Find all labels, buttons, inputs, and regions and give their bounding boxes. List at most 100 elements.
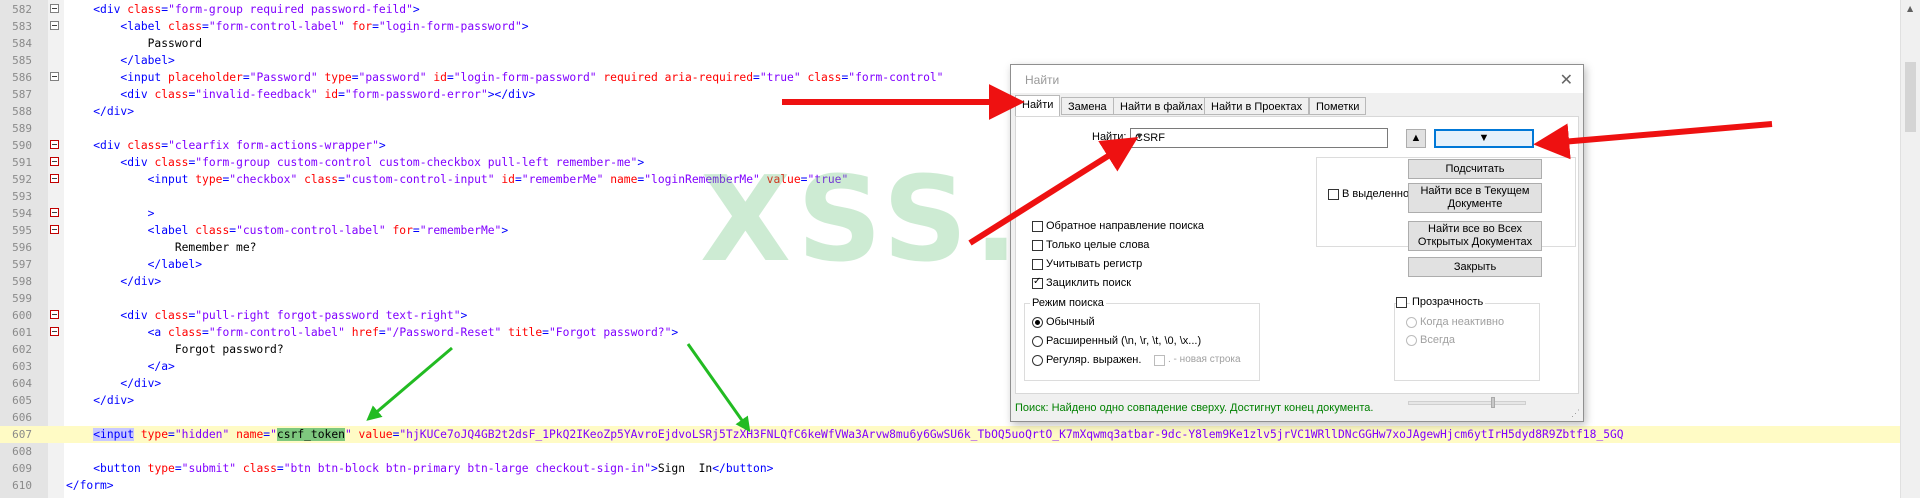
fold-toggle-icon[interactable] (50, 72, 59, 81)
code-token: = (446, 71, 454, 84)
find-all-open-button[interactable]: Найти все во Всех Открытых Документах (1408, 221, 1542, 251)
whole-word-checkbox[interactable] (1032, 240, 1043, 251)
find-down-button[interactable]: ▼ (1434, 129, 1534, 148)
wrap-around-checkbox[interactable] (1032, 276, 1043, 289)
in-selection-checkbox[interactable] (1328, 189, 1339, 200)
status-bar: Поиск: Найдено одно совпадение сверху. Д… (1011, 397, 1583, 421)
close-button[interactable]: Закрыть (1408, 257, 1542, 277)
tab-marks[interactable]: Пометки (1309, 97, 1367, 115)
code-line[interactable]: 606 (0, 409, 1900, 426)
transparency-inactive-label: Когда неактивно (1420, 316, 1505, 328)
code-token: "/Password-Reset" (385, 326, 502, 339)
code-token: = (202, 20, 209, 33)
code-line[interactable]: 587 <div class="invalid-feedback" id="fo… (0, 86, 1900, 103)
code-line[interactable]: 603 </a> (0, 358, 1900, 375)
chevron-down-icon[interactable]: ▼ (1135, 131, 1383, 141)
code-token: class (154, 156, 189, 169)
find-up-button[interactable]: ▲ (1406, 129, 1426, 148)
code-line[interactable]: 584 Password (0, 35, 1900, 52)
code-line[interactable]: 586 <input placeholder="Password" type="… (0, 69, 1900, 86)
fold-toggle-icon[interactable] (50, 225, 59, 234)
code-line[interactable]: 610 </form> (0, 477, 1900, 494)
tab-find[interactable]: Найти (1015, 95, 1061, 117)
mode-extended-radio[interactable] (1032, 336, 1043, 347)
dialog-title-bar: Найти ✕ (1011, 65, 1583, 93)
transparency-always-radio[interactable] (1406, 335, 1417, 346)
transparency-checkbox[interactable] (1396, 297, 1407, 308)
code-line[interactable]: 583 <label class="form-control-label" fo… (0, 18, 1900, 35)
code-token: </button> (712, 462, 774, 475)
code-line[interactable]: 607 <input type="hidden" name="csrf_toke… (0, 426, 1900, 443)
code-line[interactable]: 609 <button type="submit" class="btn btn… (0, 460, 1900, 477)
code-line[interactable]: 604 </div> (0, 375, 1900, 392)
line-number: 600 (12, 309, 32, 322)
code-token: = (412, 224, 420, 237)
line-number: 587 (12, 88, 32, 101)
code-token: <input (120, 71, 169, 84)
code-token: = (276, 462, 284, 475)
code-token: class (127, 3, 162, 16)
code-token: > (521, 20, 529, 33)
resize-grip-icon[interactable]: ⋰ (1571, 408, 1580, 419)
match-case-checkbox[interactable] (1032, 259, 1043, 270)
line-number: 609 (12, 462, 32, 475)
mode-normal-radio[interactable] (1032, 317, 1043, 328)
tab-find-in-files[interactable]: Найти в файлах (1113, 97, 1210, 115)
code-token: "login-form-password" (378, 20, 522, 33)
code-line[interactable]: 588 </div> (0, 103, 1900, 120)
mode-normal-label: Обычный (1046, 316, 1095, 328)
code-token: </form> (66, 479, 114, 492)
fold-toggle-icon[interactable] (50, 21, 59, 30)
close-icon[interactable]: ✕ (1560, 70, 1573, 90)
vertical-scrollbar[interactable]: ▲ (1900, 0, 1920, 498)
code-line[interactable]: 589 (0, 120, 1900, 137)
fold-toggle-icon[interactable] (50, 140, 59, 149)
fold-toggle-icon[interactable] (50, 174, 59, 183)
code-line[interactable]: 602 Forgot password? (0, 341, 1900, 358)
code-line[interactable]: 599 (0, 290, 1900, 307)
code-line[interactable]: 601 <a class="form-control-label" href="… (0, 324, 1900, 341)
code-text: </div> (66, 103, 134, 120)
find-all-current-button[interactable]: Найти все в Текущем Документе (1408, 183, 1542, 213)
code-token: </a> (147, 360, 175, 373)
fold-toggle-icon[interactable] (50, 4, 59, 13)
transparency-inactive-radio[interactable] (1406, 317, 1417, 328)
line-number: 594 (12, 207, 32, 220)
fold-toggle-icon[interactable] (50, 157, 59, 166)
code-token: <input (147, 173, 196, 186)
find-input[interactable]: CSRF ▼ (1130, 128, 1388, 148)
line-number: 607 (12, 428, 32, 441)
scrollbar-thumb[interactable] (1905, 62, 1916, 132)
line-number: 590 (12, 139, 32, 152)
code-line[interactable]: 608 (0, 443, 1900, 460)
code-line[interactable]: 585 </label> (0, 52, 1900, 69)
code-token: = (338, 173, 345, 186)
line-number: 605 (12, 394, 32, 407)
code-token: = (338, 88, 345, 101)
code-token: Forgot password? (66, 343, 284, 356)
tab-find-in-projects[interactable]: Найти в Проектах (1204, 97, 1310, 115)
code-token: "rememberMe" (419, 224, 502, 237)
fold-toggle-icon[interactable] (50, 310, 59, 319)
code-token: </div> (120, 275, 162, 288)
mode-regex-radio[interactable] (1032, 355, 1043, 366)
fold-toggle-icon[interactable] (50, 327, 59, 336)
code-line[interactable]: 600 <div class="pull-right forgot-passwo… (0, 307, 1900, 324)
fold-toggle-icon[interactable] (50, 208, 59, 217)
dot-newline-checkbox[interactable] (1154, 355, 1165, 366)
scroll-up-icon[interactable]: ▲ (1907, 4, 1913, 13)
code-token: type (195, 173, 223, 186)
code-token: </div> (120, 377, 162, 390)
code-token: = (753, 71, 760, 84)
reverse-direction-checkbox[interactable] (1032, 221, 1043, 232)
tab-replace[interactable]: Замена (1061, 97, 1114, 115)
code-token: " (270, 428, 277, 441)
code-token: class (168, 20, 203, 33)
code-token: for (385, 224, 413, 237)
code-line[interactable]: 582 <div class="form-group required pass… (0, 1, 1900, 18)
code-token: = (242, 71, 250, 84)
code-line[interactable]: 605 </div> (0, 392, 1900, 409)
count-button[interactable]: Подсчитать (1408, 159, 1542, 179)
code-token: id (317, 88, 339, 101)
